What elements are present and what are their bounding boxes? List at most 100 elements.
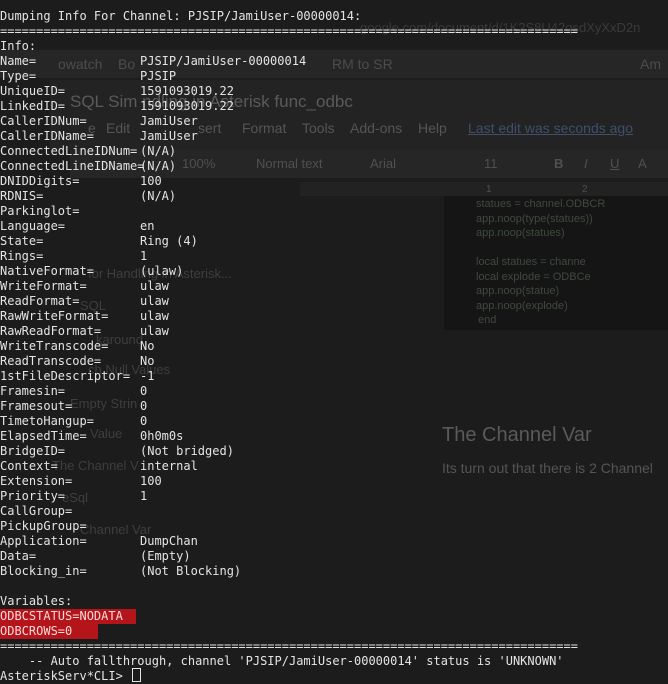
channel-field-row: Parkinglot= xyxy=(0,204,140,219)
separator-line: ========================================… xyxy=(0,639,578,653)
field-key: Framesin= xyxy=(0,384,66,398)
field-value: 1 xyxy=(140,249,148,263)
channel-field-row: Rings= 1 xyxy=(0,249,147,264)
channel-field-row: Data= (Empty) xyxy=(0,549,191,564)
field-key: ConnectedLineIDName= xyxy=(0,159,145,173)
field-key: ElapsedTime= xyxy=(0,429,87,443)
field-value: PJSIP xyxy=(140,69,177,83)
channel-field-row: ElapsedTime= 0h0m0s xyxy=(0,429,183,444)
cli-prompt-line[interactable]: AsteriskServ*CLI> xyxy=(0,668,142,683)
channel-field-row: PickupGroup= xyxy=(0,519,140,534)
field-key: Type= xyxy=(0,69,37,83)
separator-line: ========================================… xyxy=(0,24,578,38)
field-key: WriteFormat= xyxy=(0,279,87,293)
channel-field-row: Framesin= 0 xyxy=(0,384,147,399)
dump-header: Dumping Info For Channel: PJSIP/JamiUser… xyxy=(0,9,362,23)
channel-field-row: Extension= 100 xyxy=(0,474,162,489)
variable-highlighted: ODBCROWS=0 xyxy=(0,624,98,639)
field-value: (N/A) xyxy=(140,189,177,203)
terminal-window[interactable]: Dumping Info For Channel: PJSIP/JamiUser… xyxy=(0,0,668,683)
channel-field-row: ConnectedLineIDName=(N/A) xyxy=(0,159,176,174)
field-value: 100 xyxy=(140,474,162,488)
channel-field-row: Framesout= 0 xyxy=(0,399,147,414)
field-value: 0 xyxy=(140,384,148,398)
field-value: 1 xyxy=(140,489,148,503)
field-key: TimetoHangup= xyxy=(0,414,94,428)
field-value: (N/A) xyxy=(140,159,177,173)
channel-field-row: WriteTranscode= No xyxy=(0,339,154,354)
field-value: en xyxy=(140,219,155,233)
field-key: Blocking_in= xyxy=(0,564,87,578)
field-value: ulaw xyxy=(140,279,169,293)
field-value: 0h0m0s xyxy=(140,429,184,443)
channel-field-row: Priority= 1 xyxy=(0,489,147,504)
channel-field-row: TimetoHangup= 0 xyxy=(0,414,147,429)
field-key: State= xyxy=(0,234,44,248)
field-key: Extension= xyxy=(0,474,73,488)
field-key: RawReadFormat= xyxy=(0,324,102,338)
field-key: BridgeID= xyxy=(0,444,66,458)
channel-field-row: ReadFormat= ulaw xyxy=(0,294,169,309)
channel-field-row: Language= en xyxy=(0,219,154,234)
field-value: (N/A) xyxy=(140,144,177,158)
channel-field-row: DNIDDigits= 100 xyxy=(0,174,162,189)
field-key: RawWriteFormat= xyxy=(0,309,109,323)
field-key: Framesout= xyxy=(0,399,73,413)
field-key: Application= xyxy=(0,534,87,548)
field-key: CallGroup= xyxy=(0,504,73,518)
field-value: 100 xyxy=(140,174,162,188)
channel-field-row: CallerIDName= JamiUser xyxy=(0,129,198,144)
field-key: CallerIDNum= xyxy=(0,114,87,128)
field-key: CallerIDName= xyxy=(0,129,94,143)
field-key: Context= xyxy=(0,459,58,473)
channel-field-row: Context= internal xyxy=(0,459,198,474)
field-key: Rings= xyxy=(0,249,44,263)
field-value: Ring (4) xyxy=(140,234,198,248)
field-value: (Not bridged) xyxy=(140,444,234,458)
field-key: NativeFormat= xyxy=(0,264,94,278)
channel-field-row: Application= DumpChan xyxy=(0,534,198,549)
field-value: ulaw xyxy=(140,309,169,323)
field-key: DNIDDigits= xyxy=(0,174,80,188)
channel-field-row: Blocking_in= (Not Blocking) xyxy=(0,564,241,579)
field-value: ulaw xyxy=(140,324,169,338)
channel-field-row: NativeFormat= (ulaw) xyxy=(0,264,183,279)
channel-field-row: Type= PJSIP xyxy=(0,69,176,84)
channel-field-row: Name= PJSIP/JamiUser-00000014 xyxy=(0,54,306,69)
channel-field-row: LinkedID= 1591093019.22 xyxy=(0,99,234,114)
channel-field-row: BridgeID= (Not bridged) xyxy=(0,444,234,459)
channel-field-row: RawReadFormat= ulaw xyxy=(0,324,169,339)
field-value: internal xyxy=(140,459,198,473)
field-key: Parkinglot= xyxy=(0,204,80,218)
field-key: Language= xyxy=(0,219,66,233)
field-value: (ulaw) xyxy=(140,264,184,278)
field-value: (Empty) xyxy=(140,549,191,563)
channel-field-row: RDNIS= (N/A) xyxy=(0,189,176,204)
field-key: ConnectedLineIDNum= xyxy=(0,144,138,158)
field-key: Name= xyxy=(0,54,37,68)
fallthrough-message: -- Auto fallthrough, channel 'PJSIP/Jami… xyxy=(0,654,564,668)
channel-field-row: UniqueID= 1591093019.22 xyxy=(0,84,234,99)
field-key: 1stFileDescriptor= xyxy=(0,369,131,383)
field-value: 0 xyxy=(140,399,148,413)
channel-field-row: 1stFileDescriptor= -1 xyxy=(0,369,154,384)
field-value: DumpChan xyxy=(140,534,198,548)
field-value: JamiUser xyxy=(140,114,198,128)
field-value: JamiUser xyxy=(140,129,198,143)
channel-field-row: State= Ring (4) xyxy=(0,234,198,249)
field-key: PickupGroup= xyxy=(0,519,87,533)
variables-label: Variables: xyxy=(0,594,73,608)
info-label: Info: xyxy=(0,39,37,53)
text-cursor[interactable] xyxy=(132,668,142,682)
cli-prompt: AsteriskServ*CLI> xyxy=(0,669,131,683)
channel-field-row: WriteFormat= ulaw xyxy=(0,279,169,294)
variable-highlighted: ODBCSTATUS=NODATA xyxy=(0,609,136,624)
field-key: RDNIS= xyxy=(0,189,44,203)
channel-field-row: CallGroup= xyxy=(0,504,140,519)
field-value: PJSIP/JamiUser-00000014 xyxy=(140,54,307,68)
field-key: UniqueID= xyxy=(0,84,66,98)
channel-field-row: ReadTranscode= No xyxy=(0,354,154,369)
field-key: Priority= xyxy=(0,489,66,503)
field-key: ReadTranscode= xyxy=(0,354,102,368)
field-key: WriteTranscode= xyxy=(0,339,109,353)
